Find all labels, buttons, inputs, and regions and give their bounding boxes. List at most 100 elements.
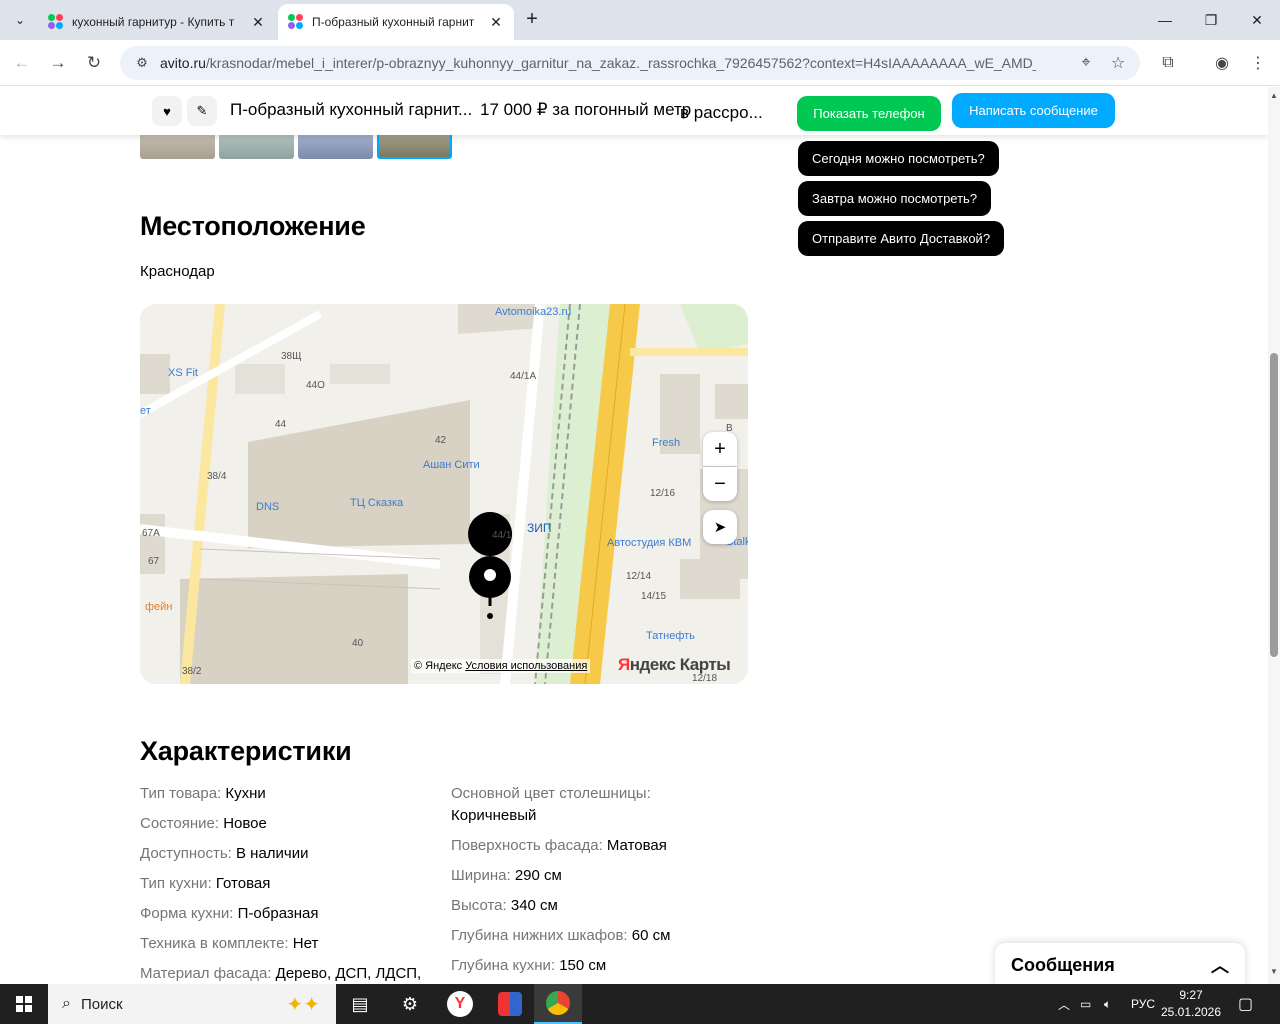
windows-start-button[interactable] (0, 984, 48, 1024)
geolocation-button[interactable]: ➤ (703, 510, 737, 544)
settings-gear-icon[interactable]: ⚙ (386, 984, 434, 1024)
write-message-button[interactable]: Написать сообщение (952, 93, 1115, 128)
map-label[interactable]: Fresh (652, 437, 680, 449)
map-house-number: 38/4 (207, 471, 227, 482)
map-house-number: 14/15 (641, 591, 667, 602)
new-tab-button[interactable]: + (520, 8, 544, 32)
restore-button[interactable]: ❐ (1188, 0, 1234, 40)
map-attribution: © Яндекс Условия использования (411, 659, 591, 673)
close-icon[interactable]: ✕ (250, 14, 266, 30)
sticky-installment-text: в рассро... (680, 103, 763, 122)
map-terms-link[interactable]: Условия использования (465, 660, 587, 672)
yandex-browser-icon[interactable]: Y (436, 984, 484, 1024)
taskbar-search-label: Поиск (80, 995, 123, 1013)
map-label[interactable]: Татнефть (646, 630, 695, 642)
char-key: Доступность: (140, 845, 232, 862)
sticky-item-title: П-образный кухонный гарнит... (230, 100, 473, 119)
browser-tab-active[interactable]: П-образный кухонный гарнит ✕ (278, 4, 514, 40)
tab-search-button[interactable]: ⌄ (6, 6, 34, 34)
url-path: /krasnodar/mebel_i_interer/p-obraznyy_ku… (205, 55, 1036, 71)
location-off-icon[interactable]: ⌖ (1072, 49, 1100, 77)
char-key: Форма кухни: (140, 905, 234, 922)
map-house-number: 67А (142, 528, 160, 539)
clock-date: 25.01.2026 (1160, 1005, 1222, 1019)
bookmark-star-icon[interactable]: ☆ (1104, 49, 1132, 77)
taskbar-search[interactable]: ⌕ Поиск ✦✦ (48, 984, 336, 1024)
chrome-icon[interactable] (534, 984, 582, 1024)
show-phone-button[interactable]: Показать телефон (797, 96, 941, 131)
chevron-up-icon[interactable]: ︿ (1211, 952, 1229, 978)
char-key: Поверхность фасада: (451, 837, 603, 854)
char-key: Тип товара: (140, 785, 222, 802)
forward-button[interactable]: → (44, 49, 72, 77)
zoom-out-button[interactable]: − (703, 467, 737, 501)
map-label[interactable]: XS Fit (168, 367, 198, 379)
browser-tab[interactable]: кухонный гарнитур - Купить т ✕ (38, 4, 276, 40)
char-value: В наличии (235, 845, 309, 862)
map-label[interactable]: ЗИП (527, 521, 552, 535)
char-key: Техника в комплекте: (140, 935, 289, 952)
map-house-number: 44/1 (492, 530, 512, 541)
logo-letter: Я (618, 655, 630, 674)
scrollbar-thumb[interactable] (1270, 353, 1278, 657)
app-grid-icon[interactable] (486, 984, 534, 1024)
characteristics-heading: Характеристики (140, 736, 352, 766)
language-indicator[interactable]: РУС (1131, 984, 1155, 1024)
reload-button[interactable]: ↻ (80, 49, 108, 77)
quick-question-chip[interactable]: Сегодня можно посмотреть? (798, 141, 999, 176)
char-value: Дерево, ДСП, ЛДСП, (275, 965, 422, 982)
characteristic-row: Доступность: В наличии (140, 843, 309, 865)
characteristic-value-wrapped: Коричневый (451, 805, 536, 827)
task-view-icon[interactable]: ▤ (336, 984, 384, 1024)
char-key: Основной цвет столешницы: (451, 785, 651, 802)
scroll-up-arrow-icon[interactable]: ▲ (1270, 91, 1278, 100)
characteristic-row: Высота: 340 см (451, 895, 558, 917)
minimize-button[interactable]: — (1142, 0, 1188, 40)
zoom-in-button[interactable]: + (703, 432, 737, 466)
yandex-maps-logo[interactable]: Яндекс Карты (618, 655, 731, 675)
notifications-icon[interactable]: ▢ (1238, 984, 1253, 1024)
char-key: Глубина кухни: (451, 957, 556, 974)
char-value: 150 см (559, 957, 607, 974)
back-button[interactable]: ← (8, 49, 36, 77)
tab-title: П-образный кухонный гарнит (312, 15, 475, 29)
close-icon[interactable]: ✕ (488, 14, 504, 30)
scroll-down-arrow-icon[interactable]: ▼ (1270, 967, 1278, 976)
yandex-map[interactable]: Avtomoika23.ru XS Fit Fresh Ашан Сити DN… (140, 304, 748, 684)
extensions-icon[interactable]: ⧉ (1154, 49, 1182, 77)
avito-favicon-icon (288, 14, 304, 30)
tray-overflow-chevron-icon[interactable]: ︿ (1058, 984, 1070, 1024)
map-house-number: 40 (352, 638, 364, 649)
map-label[interactable]: фейн (145, 601, 172, 613)
close-window-button[interactable]: ✕ (1234, 0, 1280, 40)
map-house-number: 44 (275, 419, 287, 430)
map-house-number: 42 (435, 435, 447, 446)
favorite-heart-icon[interactable]: ♥ (152, 96, 182, 126)
windows-logo-icon (16, 996, 32, 1012)
page-scrollbar[interactable]: ▲ ▼ (1268, 87, 1280, 984)
map-house-number: 44О (306, 380, 325, 391)
taskbar-clock[interactable]: 9:27 25.01.2026 (1160, 987, 1222, 1021)
quick-question-chip[interactable]: Завтра можно посмотреть? (798, 181, 992, 216)
quick-question-chip[interactable]: Отправите Авито Доставкой? (798, 221, 1005, 256)
menu-icon[interactable]: ⋮ (1244, 49, 1272, 77)
messages-widget[interactable]: Сообщения ︿ (995, 943, 1245, 984)
address-bar[interactable]: ⚙ avito.ru /krasnodar/mebel_i_interer/p-… (120, 46, 1140, 80)
characteristic-row: Глубина нижних шкафов: 60 см (451, 925, 670, 947)
map-label[interactable]: Автостудия КВМ (607, 537, 691, 549)
char-key: Состояние: (140, 815, 220, 832)
site-info-icon[interactable]: ⚙ (130, 51, 154, 75)
map-label[interactable]: Avtomoika23.ru (495, 306, 571, 318)
char-value: 60 см (631, 927, 671, 944)
network-icon[interactable]: ▭ (1080, 984, 1091, 1024)
map-house-number: 44/1А (510, 371, 537, 382)
volume-icon[interactable]: 🔈︎ (1104, 984, 1111, 1024)
note-icon[interactable]: ✎ (187, 96, 217, 126)
map-label[interactable]: DNS (256, 501, 279, 513)
char-value: 340 см (510, 897, 558, 914)
profile-icon[interactable]: ◉ (1208, 49, 1236, 77)
map-label[interactable]: Ашан Сити (423, 459, 480, 471)
map-label[interactable]: ТЦ Сказка (350, 497, 403, 509)
map-label[interactable]: ет (140, 405, 151, 417)
characteristic-row: Тип кухни: Готовая (140, 873, 270, 895)
